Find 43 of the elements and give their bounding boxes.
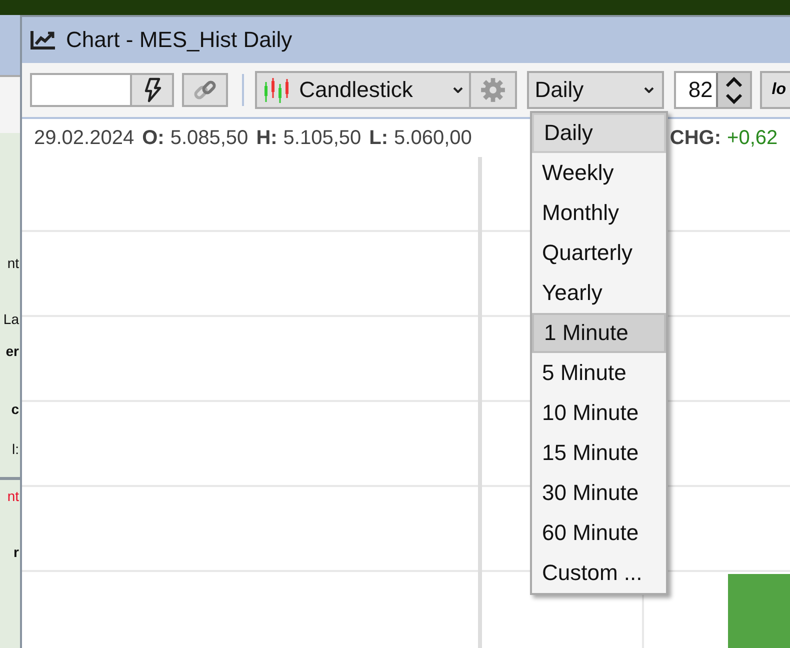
field-value: 5.060,00 (394, 126, 472, 150)
menu-item[interactable]: Custom ... (532, 553, 666, 593)
field-value: 5.085,50 (170, 126, 248, 150)
interval-dropdown[interactable]: Daily (526, 71, 664, 109)
link-icon (192, 78, 217, 102)
panel-text: l: (12, 440, 19, 458)
menu-item[interactable]: Yearly (532, 273, 666, 313)
panel-text: nt (7, 487, 19, 505)
panel-text: c (11, 400, 19, 418)
bar-count-spinner[interactable]: 82 (674, 71, 752, 109)
symbol-field[interactable] (30, 73, 130, 107)
menu-item[interactable]: 60 Minute (532, 513, 666, 553)
candlestick-icon (263, 76, 292, 104)
panel-text: r (14, 543, 19, 561)
menu-item[interactable]: Monthly (532, 193, 666, 233)
panel-text: er (6, 342, 19, 360)
menu-item[interactable]: Quarterly (532, 233, 666, 273)
bar-date: 29.02.2024 (34, 126, 134, 150)
field-label: H: (256, 126, 278, 150)
field-label: CHG: (670, 126, 722, 150)
link-button[interactable] (182, 73, 228, 107)
menu-item[interactable]: Weekly (532, 153, 666, 193)
field-value: 5.105,50 (283, 126, 362, 150)
field-value: +0,62 (727, 126, 778, 150)
chart-type-dropdown[interactable]: Candlestick (255, 71, 470, 109)
menu-item[interactable]: 30 Minute (532, 473, 666, 513)
window-title: Chart - MES_Hist Daily (66, 27, 292, 53)
gear-icon (480, 77, 506, 103)
menu-item[interactable]: 5 Minute (532, 353, 666, 393)
panel-text: nt (7, 254, 19, 272)
settings-button[interactable] (469, 71, 517, 109)
caret-icon (453, 87, 464, 93)
menu-item[interactable]: 1 Minute (532, 313, 666, 353)
lightning-button[interactable] (130, 73, 174, 107)
menu-item[interactable]: 10 Minute (532, 393, 666, 433)
field-label: L: (369, 126, 388, 150)
field-label: O: (142, 126, 164, 150)
panel-text: La (3, 310, 19, 328)
menu-item[interactable]: Daily (532, 113, 666, 153)
menu-item[interactable]: 15 Minute (532, 433, 666, 473)
caret-icon (644, 87, 654, 93)
toolbar-button[interactable]: lo (760, 71, 790, 109)
chart-icon (30, 30, 56, 50)
